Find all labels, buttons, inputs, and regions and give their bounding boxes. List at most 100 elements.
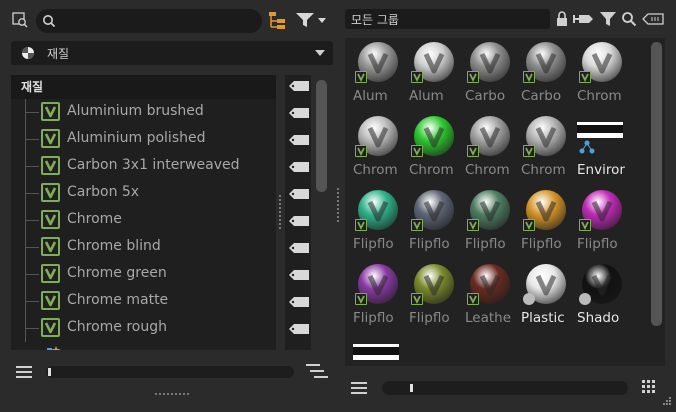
scrollbar-thumb[interactable] <box>410 384 413 392</box>
material-v-icon <box>467 145 479 157</box>
material-tile-label: Flipflo <box>521 236 562 252</box>
tag-icon[interactable] <box>289 188 309 199</box>
material-tile[interactable] <box>353 336 403 366</box>
material-type-dropdown[interactable]: 재질 <box>11 41 333 65</box>
tree-item[interactable]: Chrome rough <box>11 315 276 342</box>
tag-icon[interactable] <box>289 242 309 253</box>
material-tile[interactable]: Carbo <box>465 40 515 114</box>
grid-vertical-scrollbar[interactable] <box>651 42 662 326</box>
tree-branch-tick <box>25 274 39 275</box>
material-tile-label: Alum <box>353 88 388 104</box>
tree-item-label: Carbon 5x <box>67 184 140 200</box>
material-tile[interactable]: Chrom <box>353 114 403 188</box>
search-input[interactable] <box>36 9 262 33</box>
tree-header[interactable]: 재질 <box>11 75 276 99</box>
tree-item[interactable]: Aluminium brushed <box>11 99 276 126</box>
tag-icon[interactable] <box>289 269 309 280</box>
tag-icon[interactable] <box>289 215 309 226</box>
material-tile[interactable]: Chrom <box>409 114 459 188</box>
splitter-handle[interactable] <box>279 195 282 229</box>
material-tile[interactable]: Chrom <box>465 114 515 188</box>
tree-branch-tick <box>25 166 39 167</box>
tree-item[interactable]: Chrome green <box>11 261 276 288</box>
material-tile-label: Chrom <box>521 162 566 178</box>
list-indent-icon[interactable] <box>305 361 329 381</box>
group-filter-field[interactable]: 모든 그룹 <box>345 9 550 29</box>
material-tile[interactable]: Alum <box>409 40 459 114</box>
tree-item-label: Carbon 3x1 interweaved <box>67 157 240 173</box>
tree-branch-tick <box>25 220 39 221</box>
tag-icon[interactable] <box>289 161 309 172</box>
tag-icon[interactable] <box>289 296 309 307</box>
tree-item-label: Chrome green <box>67 265 167 281</box>
material-tile-label: Carbo <box>521 88 562 104</box>
material-v-icon <box>411 71 423 83</box>
material-tile[interactable]: Flipflo <box>353 262 403 336</box>
material-tile-label: Alum <box>409 88 444 104</box>
tag-icon[interactable] <box>289 134 309 145</box>
tree-item[interactable]: Carbon 5x <box>11 180 276 207</box>
menu-icon[interactable] <box>14 362 34 382</box>
material-tile[interactable]: Flipflo <box>521 188 571 262</box>
material-v-icon <box>523 71 535 83</box>
tree-branch-tick <box>25 328 39 329</box>
tree-item[interactable]: Aluminium polished <box>11 126 276 153</box>
tree-item-label: Aluminium polished <box>67 130 206 146</box>
filter-icon[interactable] <box>294 10 328 30</box>
window-resize-grip[interactable] <box>660 396 672 408</box>
material-tile[interactable]: Leathe <box>465 262 515 336</box>
material-tile-label: Flipflo <box>409 310 450 326</box>
tree-branch-tick <box>25 193 39 194</box>
material-type-icon <box>523 293 535 305</box>
material-tile[interactable]: Carbo <box>521 40 571 114</box>
menu-icon[interactable] <box>349 378 369 398</box>
material-tile[interactable]: Flipflo <box>353 188 403 262</box>
tree-item-label: Aluminium brushed <box>67 103 204 119</box>
material-tile[interactable]: Chrom <box>577 40 627 114</box>
tree-item[interactable]: Chrome blind <box>11 234 276 261</box>
scrollbar-thumb[interactable] <box>48 368 51 376</box>
material-v-icon <box>579 71 591 83</box>
funnel-icon[interactable] <box>598 10 618 28</box>
tag-icon[interactable] <box>289 107 309 118</box>
splitter-handle-right[interactable] <box>337 188 340 222</box>
tag-icon[interactable] <box>289 323 309 334</box>
hierarchy-icon[interactable] <box>266 9 288 31</box>
material-tree: 재질 Aluminium brushed Aluminium polished Ca… <box>11 75 276 350</box>
find-material-icon[interactable] <box>9 9 31 31</box>
search-icon <box>40 12 58 30</box>
tag-icon[interactable] <box>289 80 309 91</box>
tree-vertical-scrollbar[interactable] <box>316 80 327 192</box>
tree-horizontal-scrollbar[interactable] <box>46 366 294 378</box>
lock-icon[interactable] <box>554 10 570 28</box>
material-tile[interactable]: Enviror <box>577 114 627 188</box>
tag-filter-icon[interactable] <box>573 11 595 27</box>
tree-item-label: Chrome rough <box>67 319 168 335</box>
material-v-icon <box>467 219 479 231</box>
material-tile[interactable]: Flipflo <box>409 262 459 336</box>
material-tile[interactable]: Alum <box>353 40 403 114</box>
material-tile[interactable]: Plastic <box>521 262 571 336</box>
material-tile[interactable]: Chrom <box>521 114 571 188</box>
tree-item[interactable]: Carbon 3x1 interweaved <box>11 153 276 180</box>
material-tile[interactable]: Flipflo <box>577 188 627 262</box>
material-tile[interactable]: Flipflo <box>465 188 515 262</box>
tag-column <box>285 75 311 350</box>
tree-item[interactable]: Chrome <box>11 207 276 234</box>
material-tile-label: Flipflo <box>353 236 394 252</box>
panel-resize-handle[interactable] <box>155 393 189 396</box>
material-tile-label: Flipflo <box>465 236 506 252</box>
grid-horizontal-scrollbar[interactable] <box>382 381 628 395</box>
material-v-icon <box>523 219 535 231</box>
material-tile[interactable]: Flipflo <box>409 188 459 262</box>
tree-item[interactable]: Chrome matte <box>11 288 276 315</box>
material-v-icon <box>411 219 423 231</box>
environment-node-icon <box>579 140 595 154</box>
grid-view-icon[interactable] <box>640 378 658 396</box>
search-icon[interactable] <box>620 10 638 28</box>
label-tag-icon[interactable] <box>641 10 665 28</box>
material-tile-label: Shado <box>577 310 620 326</box>
material-tile-label: Chrom <box>353 162 398 178</box>
material-tile[interactable]: Shado <box>577 262 627 336</box>
material-tile-label: Flipflo <box>409 236 450 252</box>
